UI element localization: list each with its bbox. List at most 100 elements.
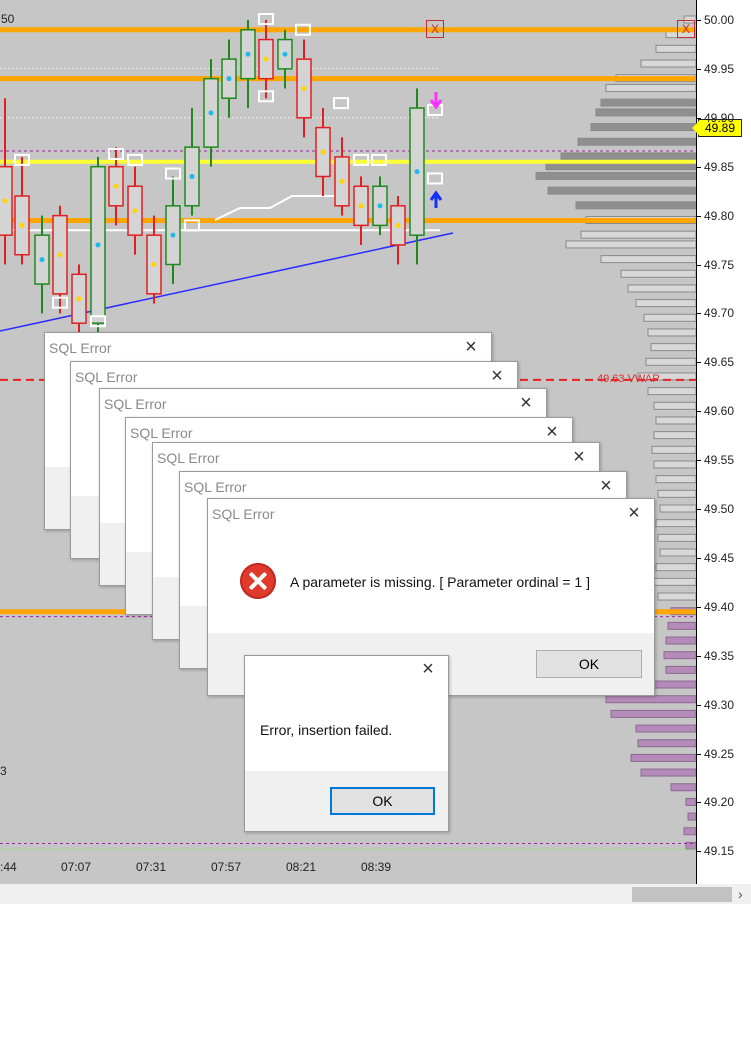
candle-marker	[208, 110, 214, 116]
price-tick-label: 49.50	[704, 502, 735, 516]
profile-bar	[610, 709, 696, 718]
time-axis[interactable]: :44 07:07 07:31 07:57 08:21 08:39	[0, 850, 696, 884]
error-message: A parameter is missing. [ Parameter ordi…	[290, 574, 590, 590]
profile-bar	[600, 255, 696, 264]
profile-bar	[651, 445, 696, 454]
profile-bar	[655, 475, 696, 484]
profile-bar	[665, 636, 696, 645]
error-icon	[240, 563, 276, 599]
price-tick-label: 49.20	[704, 795, 735, 810]
trendline	[0, 232, 454, 332]
top-left-partial-value: 50	[1, 12, 15, 26]
candle-marker	[57, 252, 63, 258]
time-tick-label: 07:07	[61, 860, 92, 874]
swing-marker-box	[427, 172, 443, 185]
price-tick-mark	[697, 166, 701, 168]
profile-bar	[565, 240, 696, 249]
white-step-line	[214, 195, 340, 221]
candle-marker	[395, 222, 401, 228]
close-icon[interactable]: ×	[541, 421, 563, 443]
time-tick-label: :44	[0, 860, 17, 874]
profile-bar	[687, 812, 696, 821]
dialog-title: SQL Error	[184, 479, 247, 495]
profile-bar	[683, 827, 696, 836]
price-tick-mark	[697, 362, 701, 364]
close-icon[interactable]: ×	[417, 658, 439, 680]
profile-bar	[665, 665, 696, 674]
price-tick-mark	[697, 460, 701, 462]
profile-bar	[650, 343, 696, 352]
dialog-title: SQL Error	[104, 396, 167, 412]
time-tick-label: 07:57	[211, 860, 242, 874]
price-tick-mark	[697, 264, 701, 266]
price-tick-mark	[697, 802, 701, 804]
ok-button[interactable]: OK	[536, 650, 642, 678]
price-tick-label: 49.75	[704, 257, 735, 272]
profile-bar	[605, 83, 696, 92]
price-tick-mark	[697, 313, 701, 315]
price-tick-mark	[697, 704, 701, 706]
profile-bar	[657, 592, 696, 601]
candle-marker	[226, 76, 232, 82]
candle-marker	[358, 203, 364, 209]
price-tick-mark	[697, 509, 701, 510]
profile-bar	[640, 59, 696, 68]
price-tick-mark	[697, 851, 701, 853]
close-icon[interactable]: ×	[595, 475, 617, 497]
candle-marker	[301, 85, 307, 91]
candle-marker	[19, 222, 25, 228]
price-tick-label: 49.80	[704, 208, 735, 223]
profile-bar	[663, 651, 696, 660]
chart-close-icon[interactable]: X	[677, 20, 695, 38]
price-tick-label: 49.65	[704, 355, 735, 370]
insert-error-dialog[interactable]: × Error, insertion failed. OK	[244, 655, 449, 832]
horizontal-scrollbar[interactable]: ›	[0, 884, 751, 904]
scrollbar-thumb[interactable]	[632, 887, 732, 902]
close-icon[interactable]: ×	[623, 502, 645, 524]
candle-marker	[39, 257, 45, 263]
price-axis[interactable]: 49.89 50.00 49.95 49.90 49.85 49.80 49.75 49.7…	[692, 0, 751, 884]
profile-bar	[655, 44, 696, 53]
price-tick-label: 49.45	[704, 550, 735, 565]
swing-marker-box	[333, 97, 349, 110]
profile-bar	[657, 489, 696, 498]
profile-bar	[653, 577, 696, 586]
profile-bar	[645, 357, 696, 366]
candle-marker	[113, 183, 119, 189]
insert-error-message: Error, insertion failed.	[260, 722, 393, 738]
price-tick-label: 49.60	[704, 404, 735, 419]
dialog-title: SQL Error	[130, 425, 193, 441]
profile-bar	[635, 299, 696, 308]
candle-marker	[189, 173, 195, 179]
price-tick-label: 50.00	[704, 13, 735, 27]
profile-bar	[657, 533, 696, 542]
scroll-right-arrow-icon[interactable]: ›	[738, 886, 743, 902]
close-icon[interactable]: ×	[486, 365, 508, 387]
close-icon[interactable]: ×	[515, 392, 537, 414]
price-tick-label: 49.55	[704, 453, 735, 468]
dialog-title: SQL Error	[75, 369, 138, 385]
price-tick-label: 49.90	[704, 110, 735, 125]
candle-marker	[132, 208, 138, 214]
close-icon[interactable]: ×	[568, 446, 590, 468]
close-icon[interactable]: ×	[460, 336, 482, 358]
candle-marker	[263, 56, 269, 62]
candle-marker	[245, 51, 251, 57]
dialog-footer: OK	[245, 771, 448, 831]
profile-bar	[605, 695, 696, 704]
vwap-label: 49.63 VWAP	[597, 373, 660, 385]
ok-button[interactable]: OK	[330, 787, 435, 815]
profile-bar	[647, 328, 696, 337]
left-partial-label: 3	[0, 764, 7, 778]
candle-marker	[151, 262, 157, 267]
price-tick-label: 49.30	[704, 697, 735, 712]
profile-bar	[535, 171, 696, 180]
profile-bar	[620, 269, 696, 278]
chart-close-icon[interactable]: X	[426, 20, 444, 38]
profile-bar	[653, 401, 696, 410]
candle-marker	[76, 296, 82, 302]
profile-bar	[630, 753, 696, 762]
dialog-title: SQL Error	[157, 450, 220, 466]
profile-bar	[560, 152, 696, 161]
profile-bar	[637, 739, 696, 748]
